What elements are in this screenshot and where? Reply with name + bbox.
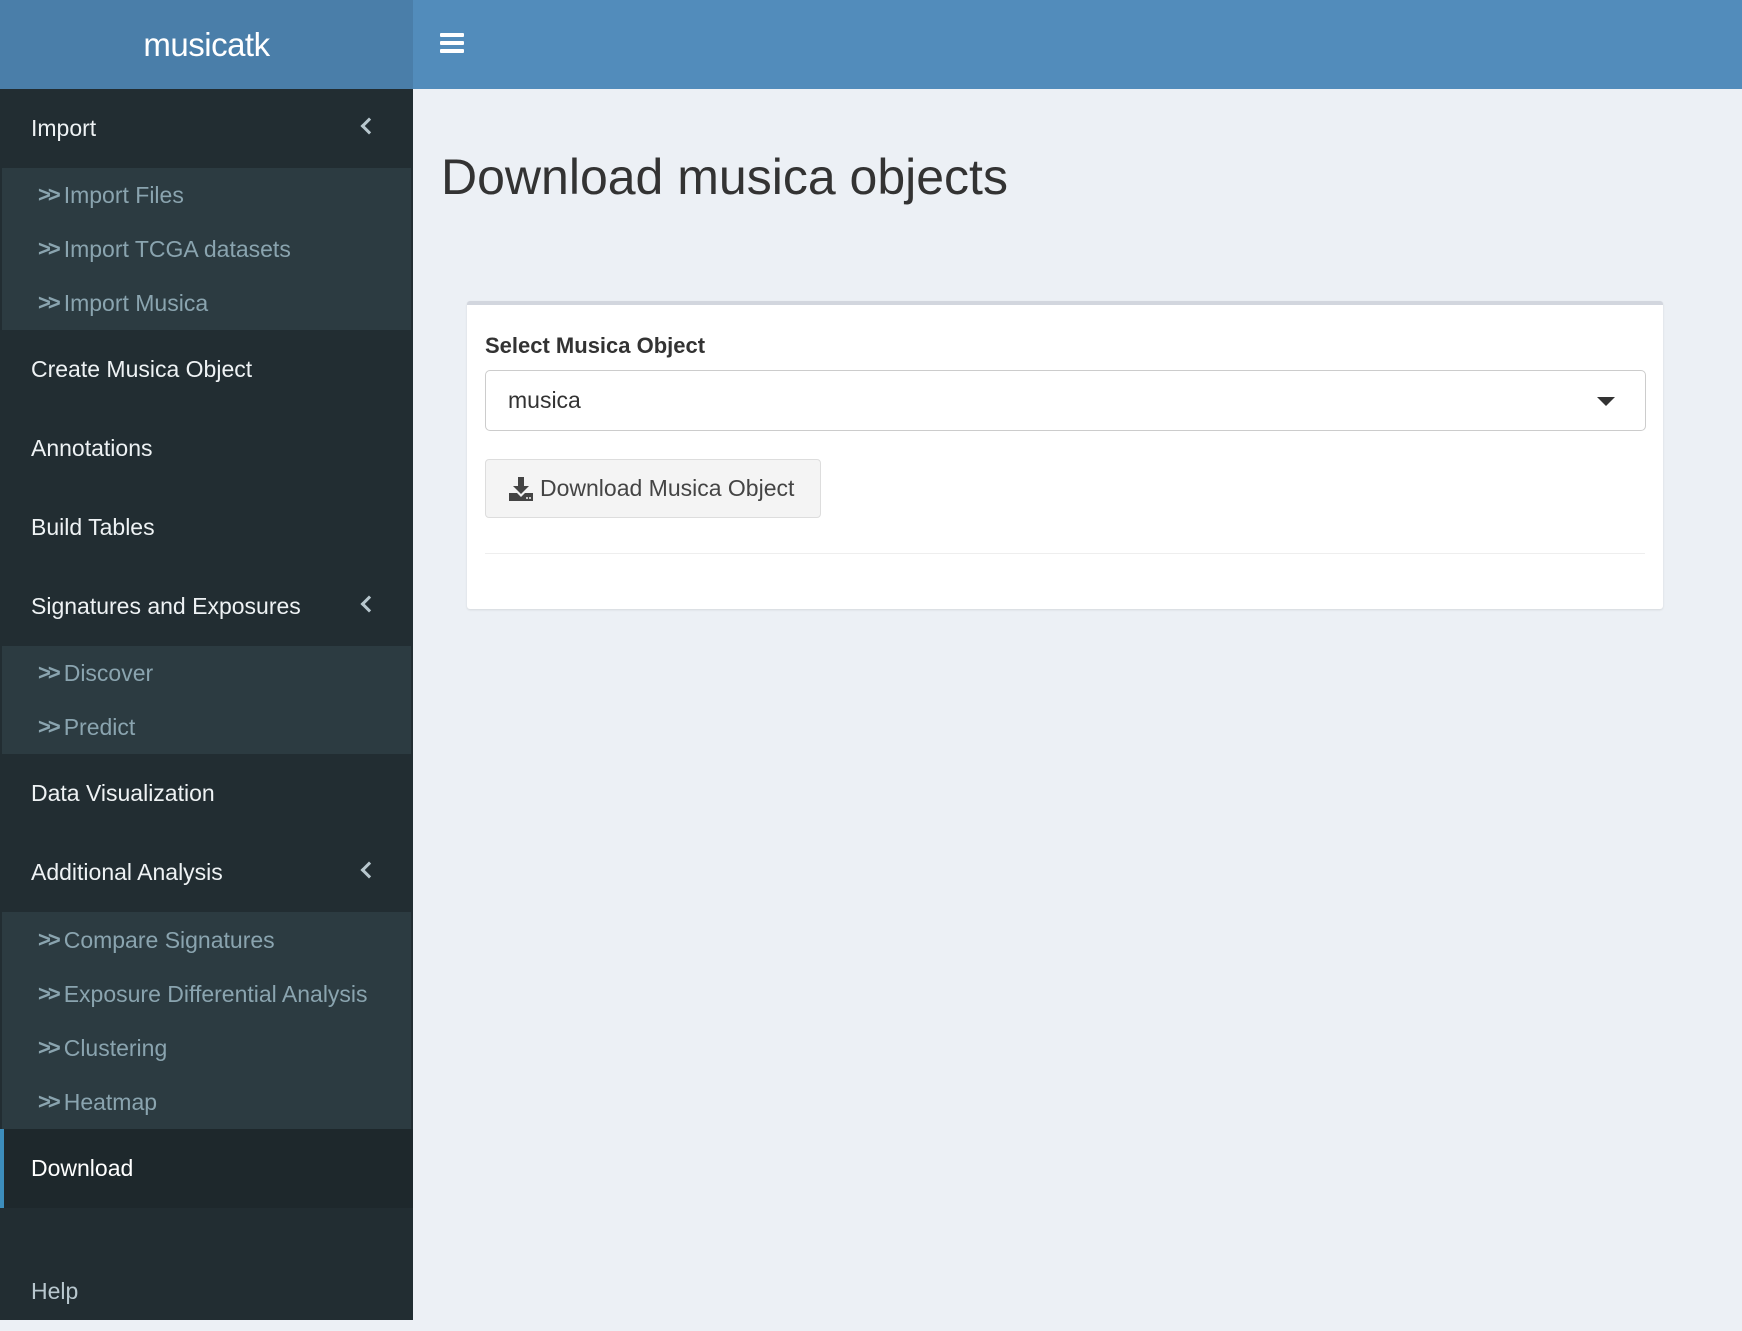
sidebar-item-heatmap[interactable]: >> Heatmap bbox=[2, 1075, 411, 1129]
sidebar-item-compare-signatures[interactable]: >> Compare Signatures bbox=[2, 913, 411, 967]
double-chevron-right-icon: >> bbox=[38, 1035, 61, 1060]
sidebar-item-label: Data Visualization bbox=[31, 780, 215, 806]
hamburger-menu-icon[interactable] bbox=[440, 33, 464, 53]
sidebar-item-label: Import Files bbox=[63, 181, 184, 208]
sidebar-item-label: Discover bbox=[63, 659, 154, 686]
sidebar-item-label: Import Musica bbox=[63, 289, 209, 316]
sidebar-item-signatures[interactable]: Signatures and Exposures bbox=[0, 567, 413, 646]
sidebar-item-import-tcga[interactable]: >> Import TCGA datasets bbox=[2, 222, 411, 276]
sidebar-item-exposure-differential[interactable]: >> Exposure Differential Analysis bbox=[2, 967, 411, 1021]
sidebar-item-clustering[interactable]: >> Clustering bbox=[2, 1021, 411, 1075]
sidebar-item-label: Help bbox=[31, 1278, 79, 1304]
double-chevron-right-icon: >> bbox=[38, 660, 61, 685]
sidebar-item-download[interactable]: Download bbox=[0, 1129, 413, 1208]
chevron-left-icon bbox=[360, 861, 378, 878]
double-chevron-right-icon: >> bbox=[38, 236, 61, 261]
sidebar-item-label: Create Musica Object bbox=[31, 356, 253, 382]
button-label: Download Musica Object bbox=[540, 475, 795, 501]
signatures-submenu: >> Discover >> Predict bbox=[2, 646, 411, 754]
download-box: Select Musica Object musica Download Mus… bbox=[467, 301, 1663, 609]
additional-submenu: >> Compare Signatures >> Exposure Differen… bbox=[2, 912, 411, 1129]
sidebar-item-label: Build Tables bbox=[31, 514, 155, 540]
sidebar: Import >> Import Files >> Import TCGA data… bbox=[0, 89, 413, 1320]
page-title: Download musica objects bbox=[441, 149, 1008, 205]
chevron-left-icon bbox=[360, 595, 378, 612]
sidebar-item-label: Additional Analysis bbox=[31, 859, 223, 885]
sidebar-item-build-tables[interactable]: Build Tables bbox=[0, 488, 413, 567]
app-logo[interactable]: musicatk bbox=[0, 0, 413, 89]
sidebar-item-annotations[interactable]: Annotations bbox=[0, 409, 413, 488]
sidebar-item-import-files[interactable]: >> Import Files bbox=[2, 168, 411, 222]
sidebar-item-discover[interactable]: >> Discover bbox=[2, 646, 411, 700]
sidebar-item-label: Annotations bbox=[31, 435, 153, 461]
sidebar-item-import-musica[interactable]: >> Import Musica bbox=[2, 276, 411, 330]
double-chevron-right-icon: >> bbox=[38, 1089, 61, 1114]
select-musica-label: Select Musica Object bbox=[485, 333, 706, 358]
sidebar-item-import[interactable]: Import bbox=[0, 89, 413, 168]
sidebar-item-create[interactable]: Create Musica Object bbox=[0, 330, 413, 409]
sidebar-item-label: Exposure Differential Analysis bbox=[63, 980, 368, 1007]
double-chevron-right-icon: >> bbox=[38, 714, 61, 739]
sidebar-item-label: Import TCGA datasets bbox=[63, 235, 291, 262]
sidebar-item-label: Import bbox=[31, 115, 97, 141]
download-musica-button[interactable]: Download Musica Object bbox=[485, 459, 821, 518]
double-chevron-right-icon: >> bbox=[38, 981, 61, 1006]
download-icon bbox=[509, 476, 533, 501]
import-submenu: >> Import Files >> Import TCGA datasets >>… bbox=[2, 168, 411, 330]
top-navbar bbox=[413, 0, 1742, 89]
double-chevron-right-icon: >> bbox=[38, 182, 61, 207]
sidebar-item-label: Predict bbox=[63, 713, 136, 740]
chevron-left-icon bbox=[360, 117, 378, 134]
divider bbox=[485, 553, 1645, 554]
sidebar-item-predict[interactable]: >> Predict bbox=[2, 700, 411, 754]
musica-object-select[interactable]: musica bbox=[485, 370, 1646, 431]
select-value: musica bbox=[508, 387, 581, 413]
double-chevron-right-icon: >> bbox=[38, 290, 61, 315]
sidebar-item-label: Heatmap bbox=[63, 1088, 158, 1115]
sidebar-item-label: Clustering bbox=[63, 1034, 168, 1061]
sidebar-item-data-visualization[interactable]: Data Visualization bbox=[0, 754, 413, 833]
sidebar-item-additional-analysis[interactable]: Additional Analysis bbox=[0, 833, 413, 912]
sidebar-item-label: Compare Signatures bbox=[63, 926, 275, 953]
double-chevron-right-icon: >> bbox=[38, 927, 61, 952]
sidebar-item-label: Signatures and Exposures bbox=[31, 593, 301, 619]
sidebar-item-help[interactable]: Help bbox=[0, 1252, 413, 1331]
sidebar-item-label: Download bbox=[31, 1155, 134, 1181]
caret-down-icon bbox=[1597, 397, 1615, 406]
